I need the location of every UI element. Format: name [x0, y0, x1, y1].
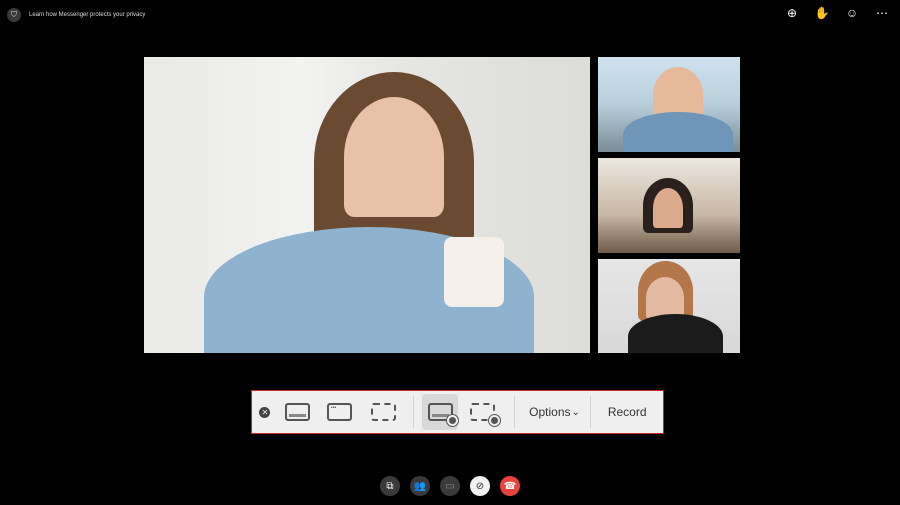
share-screen-button[interactable]: ⧉ [380, 476, 400, 496]
record-entire-screen-button[interactable] [422, 394, 458, 430]
wave-icon[interactable]: ✋ [814, 5, 830, 21]
people-icon: 👥 [413, 480, 427, 492]
participants-button[interactable]: 👥 [410, 476, 430, 496]
options-dropdown[interactable]: Options ⌄ [519, 394, 591, 430]
divider [513, 396, 515, 428]
privacy-link[interactable]: ⛉ Learn how Messenger protects your priv… [7, 8, 145, 22]
camera-button[interactable]: ▭ [440, 476, 460, 496]
main-video [144, 57, 590, 353]
participant-tile[interactable] [598, 57, 740, 152]
share-screen-icon: ⧉ [386, 480, 394, 492]
participant-tile[interactable] [598, 158, 740, 253]
mic-off-icon: ⊘ [475, 480, 485, 492]
selection-icon [370, 403, 396, 421]
capture-entire-screen-button[interactable] [278, 394, 318, 430]
window-icon: ••• [327, 403, 353, 421]
capture-selection-button[interactable] [361, 394, 405, 430]
screen-icon [285, 403, 311, 421]
participant-tile[interactable] [598, 259, 740, 353]
more-icon[interactable]: ⋯ [874, 5, 890, 21]
close-icon: ✕ [259, 406, 271, 418]
capture-window-button[interactable]: ••• [318, 394, 362, 430]
effects-icon[interactable]: ☺ [844, 5, 860, 21]
screenshot-toolbar: ✕ ••• Options ⌄ Record [251, 390, 664, 434]
chevron-down-icon: ⌄ [571, 406, 580, 418]
record-button[interactable]: Record [591, 394, 663, 430]
record-selection-icon [470, 403, 501, 426]
close-button[interactable]: ✕ [252, 394, 278, 430]
camera-off-icon: ▭ [445, 480, 455, 492]
phone-hangup-icon: ☎ [503, 480, 517, 492]
divider [413, 396, 415, 428]
add-icon[interactable]: ⊕ [784, 5, 800, 21]
shield-icon: ⛉ [7, 8, 21, 22]
end-call-button[interactable]: ☎ [500, 476, 520, 496]
privacy-text: Learn how Messenger protects your privac… [29, 12, 146, 18]
mute-button[interactable]: ⊘ [470, 476, 490, 496]
record-selection-button[interactable] [458, 394, 508, 430]
record-screen-icon [427, 403, 458, 426]
